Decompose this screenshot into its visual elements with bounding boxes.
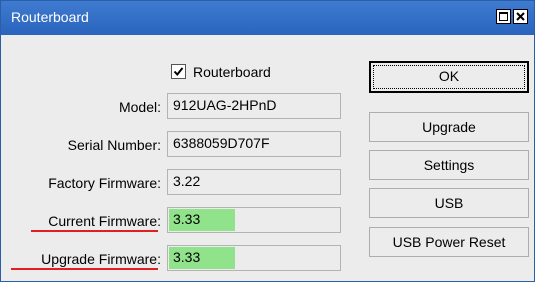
upgrade-firmware-label: Upgrade Firmware: <box>41 251 161 267</box>
model-label: Model: <box>118 99 161 115</box>
title-bar[interactable]: Routerboard <box>1 1 534 35</box>
factory-firmware-label: Factory Firmware: <box>48 175 161 191</box>
serial-number-field: 6388059D707F <box>167 131 341 157</box>
routerboard-dialog: Routerboard Routerboard Model: 912UAG-2H… <box>0 0 535 282</box>
current-firmware-value: 3.33 <box>173 211 201 227</box>
factory-firmware-value: 3.22 <box>173 173 201 189</box>
upgrade-firmware-underline <box>11 268 158 270</box>
upgrade-firmware-value: 3.33 <box>173 249 201 265</box>
serial-number-value: 6388059D707F <box>173 135 270 151</box>
current-firmware-field: 3.33 <box>167 207 341 233</box>
model-value: 912UAG-2HPnD <box>173 97 277 113</box>
usb-power-reset-button[interactable]: USB Power Reset <box>369 227 529 257</box>
settings-button[interactable]: Settings <box>369 150 529 180</box>
model-field: 912UAG-2HPnD <box>167 93 341 119</box>
close-icon[interactable] <box>513 9 528 24</box>
current-firmware-label: Current Firmware: <box>48 213 161 229</box>
serial-number-label: Serial Number: <box>67 137 161 153</box>
upgrade-button[interactable]: Upgrade <box>369 112 529 142</box>
factory-firmware-field: 3.22 <box>167 169 341 195</box>
ok-button[interactable]: OK <box>369 61 529 93</box>
usb-button[interactable]: USB <box>369 188 529 218</box>
window-title: Routerboard <box>11 9 89 25</box>
routerboard-checkbox-label: Routerboard <box>193 64 271 80</box>
current-firmware-underline <box>31 230 158 232</box>
upgrade-firmware-field: 3.33 <box>167 245 341 271</box>
routerboard-checkbox[interactable] <box>171 64 186 79</box>
maximize-icon[interactable] <box>496 9 511 24</box>
